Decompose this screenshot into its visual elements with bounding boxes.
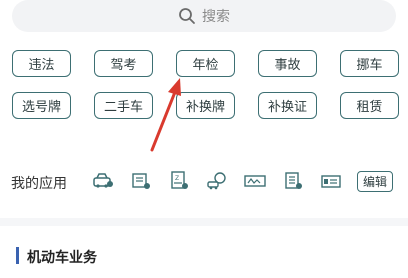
vehicle-check-icon[interactable] (206, 171, 228, 191)
section-divider (0, 218, 408, 226)
tag-xuanhaopai[interactable]: 选号牌 (12, 92, 71, 119)
tag-jiakao[interactable]: 驾考 (94, 50, 153, 77)
section-title: 机动车业务 (27, 250, 97, 266)
search-placeholder: 搜索 (202, 9, 230, 25)
document-icon[interactable]: Z (168, 171, 190, 191)
plate-card-icon[interactable] (244, 171, 266, 191)
car-service-icon[interactable] (92, 171, 114, 191)
checklist-icon[interactable] (282, 171, 304, 191)
svg-text:Z: Z (175, 175, 179, 182)
section-accent-bar (16, 247, 19, 264)
search-bar[interactable]: 搜索 (12, 0, 396, 32)
tag-buhuanpai[interactable]: 补换牌 (176, 92, 235, 119)
tag-weifa[interactable]: 违法 (12, 50, 71, 77)
tag-nianjian[interactable]: 年检 (176, 50, 235, 77)
tag-shigu[interactable]: 事故 (258, 50, 317, 77)
license-scroll-icon[interactable] (130, 171, 152, 191)
red-arrow-annotation (150, 78, 181, 152)
tag-buhuanzheng[interactable]: 补换证 (258, 92, 317, 119)
tag-nuoche[interactable]: 挪车 (340, 50, 399, 77)
search-icon (179, 8, 195, 24)
id-card-icon[interactable] (320, 171, 342, 191)
edit-button[interactable]: 编辑 (357, 171, 393, 192)
tag-zulin[interactable]: 租赁 (340, 92, 399, 119)
my-apps-label: 我的应用 (11, 176, 67, 192)
tag-ershouche[interactable]: 二手车 (94, 92, 153, 119)
